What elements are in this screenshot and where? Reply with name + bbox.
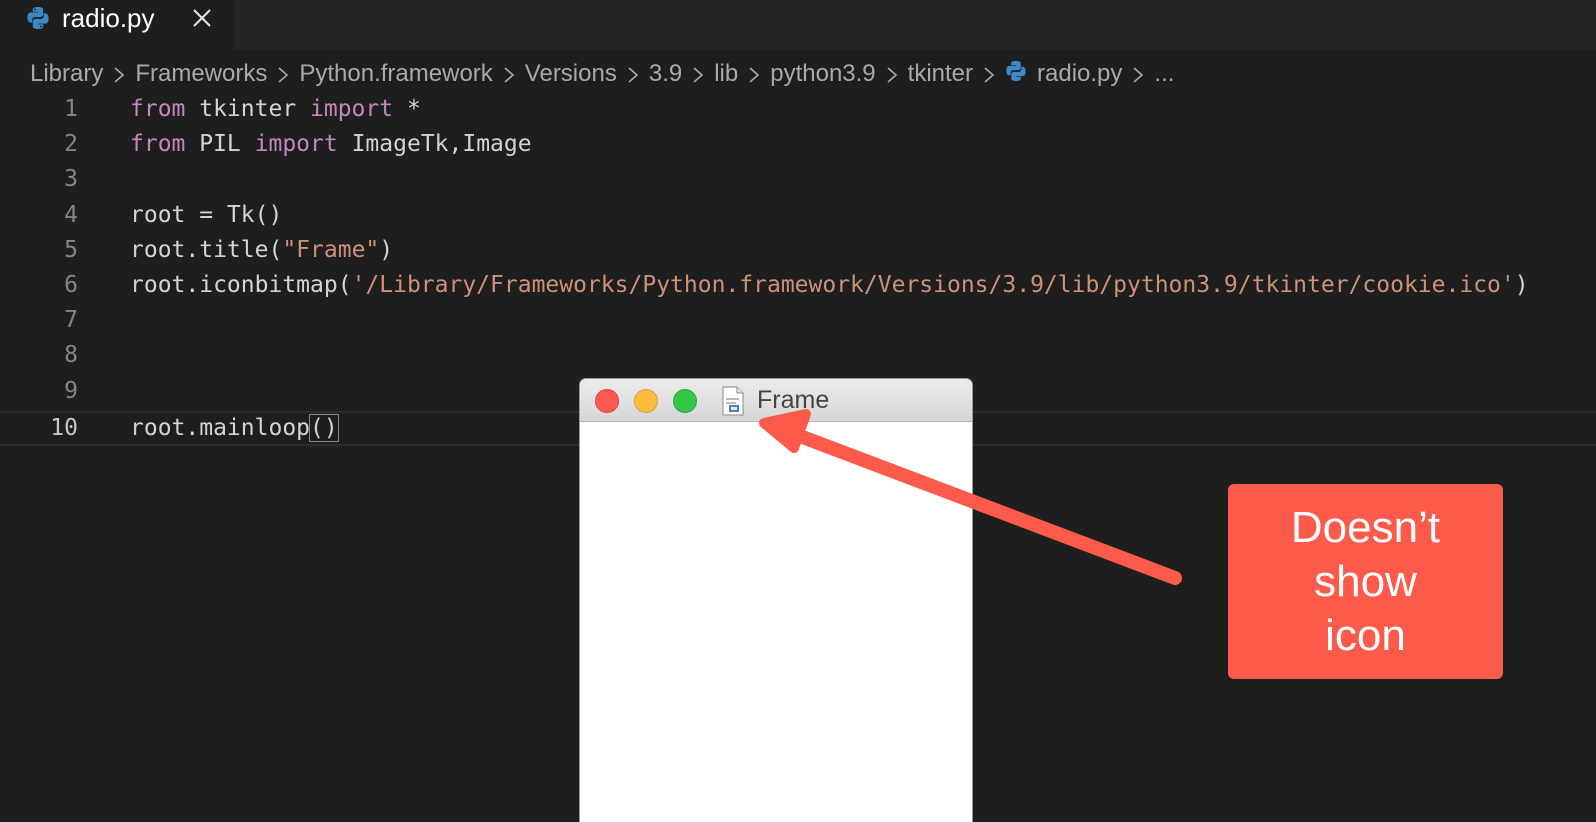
close-window-button[interactable] bbox=[595, 389, 619, 413]
code-token: ImageTk,Image bbox=[337, 131, 532, 158]
chevron-right-icon bbox=[1122, 60, 1154, 88]
code-text: root = Tk() bbox=[130, 202, 282, 228]
breadcrumb-item[interactable]: Python.framework bbox=[299, 60, 492, 88]
python-icon bbox=[1005, 60, 1027, 89]
code-token: "Frame" bbox=[282, 236, 380, 263]
code-token: ) bbox=[1514, 272, 1529, 298]
code-token: ) bbox=[379, 236, 394, 263]
breadcrumb-item[interactable]: Library bbox=[30, 60, 103, 88]
tab-bar: radio.py bbox=[0, 0, 1596, 50]
line-number: 4 bbox=[64, 201, 78, 228]
tk-window-body bbox=[580, 422, 972, 822]
breadcrumb-file-label: radio.py bbox=[1037, 60, 1123, 87]
code-line[interactable]: 2 from PIL import ImageTk,Image bbox=[0, 129, 1596, 164]
chevron-right-icon bbox=[738, 60, 770, 88]
chevron-right-icon bbox=[876, 60, 908, 88]
code-text: root.title("Frame") bbox=[130, 237, 393, 263]
chevron-right-icon bbox=[682, 60, 714, 88]
breadcrumb-item[interactable]: Frameworks bbox=[135, 60, 267, 88]
breadcrumb: Library Frameworks Python.framework Version… bbox=[30, 58, 1174, 90]
code-token: root.mainloop bbox=[130, 414, 311, 441]
code-token: () bbox=[309, 413, 339, 442]
breadcrumb-item[interactable]: tkinter bbox=[908, 60, 973, 88]
code-line[interactable]: 5 root.title("Frame") bbox=[0, 235, 1596, 270]
code-text: from tkinter import * bbox=[130, 96, 421, 122]
maximize-window-button[interactable] bbox=[673, 389, 697, 413]
code-token: import bbox=[310, 96, 394, 122]
code-token: from bbox=[130, 131, 186, 158]
code-line[interactable]: 7 bbox=[0, 305, 1596, 340]
line-number: 2 bbox=[64, 131, 78, 158]
python-icon bbox=[26, 6, 50, 35]
code-token: PIL bbox=[185, 131, 255, 158]
code-token: root.title( bbox=[130, 236, 283, 263]
breadcrumb-ellipsis[interactable]: ... bbox=[1154, 60, 1174, 88]
tk-window-title: Frame bbox=[757, 386, 830, 414]
line-number: 7 bbox=[64, 307, 78, 334]
tab-label: radio.py bbox=[62, 3, 155, 33]
breadcrumb-item[interactable]: lib bbox=[714, 60, 738, 88]
code-line[interactable]: 1 from tkinter import * bbox=[0, 94, 1596, 129]
annotation-callout: Doesn’t show icon bbox=[1228, 484, 1503, 679]
line-number: 6 bbox=[64, 272, 78, 298]
line-number: 8 bbox=[64, 342, 78, 369]
chevron-right-icon bbox=[267, 60, 299, 88]
tab-radio-py[interactable]: radio.py bbox=[0, 0, 234, 50]
minimize-window-button[interactable] bbox=[634, 389, 658, 413]
code-line[interactable]: 8 bbox=[0, 340, 1596, 375]
chevron-right-icon bbox=[617, 60, 649, 88]
line-number: 10 bbox=[50, 414, 78, 441]
code-line[interactable]: 6 root.iconbitmap('/Library/Frameworks/Py… bbox=[0, 270, 1596, 305]
tk-titlebar[interactable]: Frame bbox=[580, 379, 972, 422]
breadcrumb-item[interactable]: python3.9 bbox=[770, 60, 875, 88]
chevron-right-icon bbox=[103, 60, 135, 88]
chevron-right-icon bbox=[973, 60, 1005, 88]
code-text: root.iconbitmap('/Library/Frameworks/Pyt… bbox=[130, 272, 1529, 298]
code-text: from PIL import ImageTk,Image bbox=[130, 131, 532, 157]
breadcrumb-file[interactable]: radio.py bbox=[1005, 60, 1122, 89]
code-token: root = Tk() bbox=[130, 201, 283, 228]
code-line[interactable]: 3 bbox=[0, 164, 1596, 199]
code-token: '/Library/Frameworks/Python.framework/Ve… bbox=[351, 272, 1515, 298]
line-number: 5 bbox=[64, 236, 78, 263]
breadcrumb-item[interactable]: Versions bbox=[525, 60, 617, 88]
code-token: tkinter bbox=[185, 96, 311, 122]
code-token: * bbox=[393, 96, 421, 122]
close-icon[interactable] bbox=[190, 6, 214, 30]
line-number: 1 bbox=[64, 96, 78, 122]
generic-document-icon bbox=[721, 386, 745, 416]
chevron-right-icon bbox=[493, 60, 525, 88]
tk-window: Frame bbox=[580, 379, 972, 822]
code-token: import bbox=[254, 131, 338, 158]
line-number: 9 bbox=[64, 377, 78, 404]
breadcrumb-item[interactable]: 3.9 bbox=[649, 60, 682, 88]
code-line[interactable]: 4 root = Tk() bbox=[0, 200, 1596, 235]
code-token: from bbox=[130, 96, 186, 122]
code-token: root.iconbitmap( bbox=[130, 272, 352, 298]
screenshot: radio.py Library Frameworks Python.framewo… bbox=[0, 0, 1596, 822]
code-text: root.mainloop() bbox=[130, 413, 339, 442]
line-number: 3 bbox=[64, 166, 78, 193]
